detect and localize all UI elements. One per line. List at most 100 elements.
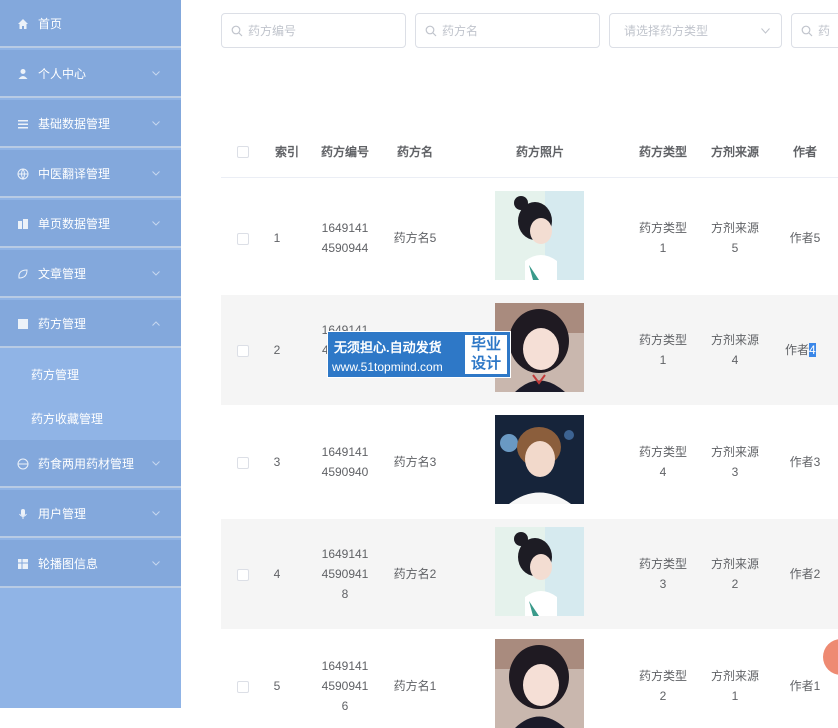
row-name: 药方名2: [393, 567, 437, 581]
type-select[interactable]: 请选择药方类型: [609, 13, 782, 48]
row-code: 1649141 4590941 6: [321, 659, 369, 713]
sidebar-item-basic-data[interactable]: 基础数据管理: [0, 100, 181, 148]
globe-icon: [17, 458, 29, 470]
ad-badge-bottom: 设计: [470, 355, 501, 372]
chevron-down-icon: [152, 561, 160, 566]
row-author: 作者5: [789, 231, 821, 245]
row-type: 药方类型 1: [638, 333, 687, 367]
sidebar-item-label: 首页: [38, 16, 63, 31]
leaf-icon: [18, 269, 28, 279]
chevron-down-icon: [152, 461, 160, 466]
chevron-down-icon: [152, 71, 160, 76]
header-photo: 药方照片: [515, 145, 564, 159]
sidebar-item-label: 药食两用药材管理: [38, 456, 135, 471]
chevron-up-icon: [152, 321, 160, 326]
row-type: 药方类型 4: [638, 445, 687, 479]
row-checkbox[interactable]: [237, 681, 249, 693]
prescription-photo[interactable]: [495, 191, 584, 280]
row-source: 方剂来源 1: [710, 669, 759, 703]
row-code: 1649141 4590940: [321, 445, 369, 479]
row-checkbox[interactable]: [237, 457, 249, 469]
sidebar-item-label: 轮播图信息: [38, 556, 99, 571]
table-row[interactable]: 5 1649141 4590941 6 药方名1 药方类型 2 方剂来源 1 作者1: [221, 631, 838, 728]
ad-badge-top: 毕业: [470, 336, 501, 353]
home-icon: [18, 19, 28, 29]
row-checkbox[interactable]: [237, 569, 249, 581]
prescription-photo[interactable]: [495, 639, 584, 728]
prescription-table: 索引 药方编号 药方名 药方照片 药方类型 方剂来源 作者 1 1649141 4…: [221, 128, 838, 728]
row-source: 方剂来源 2: [710, 557, 759, 591]
search-icon: [801, 25, 813, 37]
search-code-input[interactable]: [248, 23, 398, 38]
chevron-down-icon: [761, 28, 770, 34]
globe-icon: [17, 168, 29, 180]
search-icon: [231, 25, 243, 37]
search-extra-field[interactable]: [791, 13, 838, 48]
sidebar-item-label: 药方管理: [38, 316, 87, 331]
sidebar-item-label: 个人中心: [38, 66, 87, 81]
chevron-down-icon: [152, 511, 160, 516]
search-name-field[interactable]: [415, 13, 600, 48]
table-row[interactable]: 3 1649141 4590940 药方名3 药方类型 4 方剂来源 3 作者3: [221, 407, 838, 517]
row-index: 2: [273, 343, 281, 357]
row-source: 方剂来源 4: [710, 333, 759, 367]
row-name: 药方名5: [393, 231, 437, 245]
mic-icon: [19, 509, 27, 519]
sidebar-item-carousel[interactable]: 轮播图信息: [0, 540, 181, 588]
row-checkbox[interactable]: [237, 345, 249, 357]
row-author: 作者2: [789, 567, 821, 581]
sidebar: 首页 个人中心 基础数据管理 中医翻译管理 单页数据管理 文章管理 药方管理 药…: [0, 0, 181, 708]
sidebar-item-articles[interactable]: 文章管理: [0, 250, 181, 298]
row-index: 3: [273, 455, 281, 469]
sidebar-item-tcm-translation[interactable]: 中医翻译管理: [0, 150, 181, 198]
user-icon: [18, 69, 28, 79]
list-icon: [18, 120, 28, 129]
watermark-ad: 无须担心.自动发货 www.51topmind.com 毕业 设计: [327, 331, 511, 378]
row-type: 药方类型 3: [638, 557, 687, 591]
table-row[interactable]: 2 1649141 4 药方类型 1 方剂来源 4 作者4: [221, 295, 838, 405]
row-source: 方剂来源 3: [710, 445, 759, 479]
grid-icon: [18, 319, 28, 329]
building-icon: [18, 219, 28, 229]
header-name: 药方名: [396, 145, 433, 159]
row-type: 药方类型 1: [638, 221, 687, 255]
sidebar-item-label: 单页数据管理: [38, 216, 111, 231]
chevron-down-icon: [152, 271, 160, 276]
sidebar-item-prescriptions[interactable]: 药方管理: [0, 300, 181, 348]
ad-badge: 毕业 设计: [464, 334, 508, 375]
prescription-photo[interactable]: [495, 527, 584, 616]
sidebar-item-users[interactable]: 用户管理: [0, 490, 181, 538]
chevron-down-icon: [152, 121, 160, 126]
row-index: 1: [273, 231, 281, 245]
row-author: 作者4: [785, 343, 816, 357]
search-icon: [425, 25, 437, 37]
row-name: 药方名3: [393, 455, 437, 469]
row-code: 1649141 4590944: [321, 221, 369, 255]
header-type: 药方类型: [638, 145, 687, 159]
header-index: 索引: [274, 145, 299, 159]
row-author: 作者3: [789, 455, 821, 469]
search-extra-input[interactable]: [818, 23, 838, 38]
chevron-down-icon: [152, 171, 160, 176]
sidebar-item-label: 基础数据管理: [38, 116, 111, 131]
search-code-field[interactable]: [221, 13, 406, 48]
header-author: 作者: [792, 145, 817, 159]
grid-icon: [18, 559, 28, 569]
sidebar-item-single-page[interactable]: 单页数据管理: [0, 200, 181, 248]
sidebar-item-personal-center[interactable]: 个人中心: [0, 50, 181, 98]
row-index: 5: [273, 679, 281, 693]
search-name-input[interactable]: [442, 23, 592, 38]
table-row[interactable]: 4 1649141 4590941 8 药方名2 药方类型 3 方剂来源 2 作者2: [221, 519, 838, 629]
sidebar-subitem-prescription-manage[interactable]: 药方管理: [0, 354, 181, 394]
ad-url: www.51topmind.com: [332, 360, 443, 374]
sidebar-item-food-medicine[interactable]: 药食两用药材管理: [0, 440, 181, 488]
row-checkbox[interactable]: [237, 233, 249, 245]
sidebar-item-label: 用户管理: [38, 506, 87, 521]
sidebar-subitem-prescription-favorites[interactable]: 药方收藏管理: [0, 398, 181, 438]
row-index: 4: [273, 567, 281, 581]
prescription-photo[interactable]: [495, 415, 584, 504]
table-row[interactable]: 1 1649141 4590944 药方名5 药方类型 1 方剂来源 5 作者5: [221, 183, 838, 293]
ad-line1: 无须担心.自动发货: [334, 340, 442, 355]
select-all-checkbox[interactable]: [237, 146, 249, 158]
sidebar-item-home[interactable]: 首页: [0, 0, 181, 48]
